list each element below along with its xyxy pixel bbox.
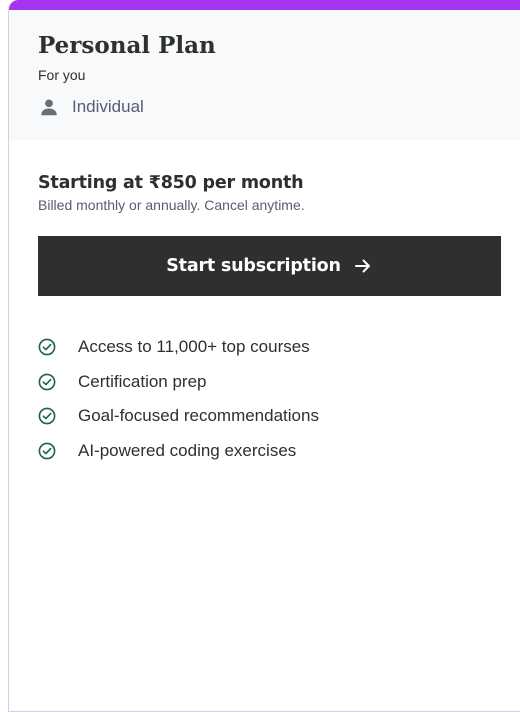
person-icon — [38, 96, 60, 118]
check-circle-icon — [38, 407, 56, 425]
feature-item: Access to 11,000+ top courses — [38, 330, 520, 365]
check-circle-icon — [38, 338, 56, 356]
plan-title: Personal Plan — [38, 32, 216, 59]
plan-price: Starting at ₹850 per month — [38, 173, 304, 193]
start-subscription-label: Start subscription — [166, 256, 341, 276]
personal-plan-card: Personal Plan For you Individual Startin… — [8, 0, 520, 712]
plan-audience-label: Individual — [72, 97, 144, 116]
feature-label: Certification prep — [78, 371, 207, 391]
feature-list: Access to 11,000+ top courses Certificati… — [38, 330, 520, 468]
billing-note: Billed monthly or annually. Cancel anyti… — [38, 197, 305, 213]
plan-subtitle: For you — [38, 67, 86, 83]
plan-accent-bar — [9, 0, 520, 10]
feature-label: Access to 11,000+ top courses — [78, 337, 310, 357]
start-subscription-button[interactable]: Start subscription — [38, 236, 501, 296]
feature-item: AI-powered coding exercises — [38, 434, 520, 469]
feature-label: Goal-focused recommendations — [78, 406, 319, 426]
feature-item: Certification prep — [38, 365, 520, 400]
check-circle-icon — [38, 442, 56, 460]
plan-body: Starting at ₹850 per month Billed monthl… — [9, 140, 520, 468]
feature-label: AI-powered coding exercises — [78, 440, 297, 460]
feature-item: Goal-focused recommendations — [38, 399, 520, 434]
check-circle-icon — [38, 373, 56, 391]
plan-header: Personal Plan For you Individual — [9, 10, 520, 140]
plan-audience: Individual — [38, 96, 520, 118]
arrow-right-icon — [353, 256, 373, 276]
